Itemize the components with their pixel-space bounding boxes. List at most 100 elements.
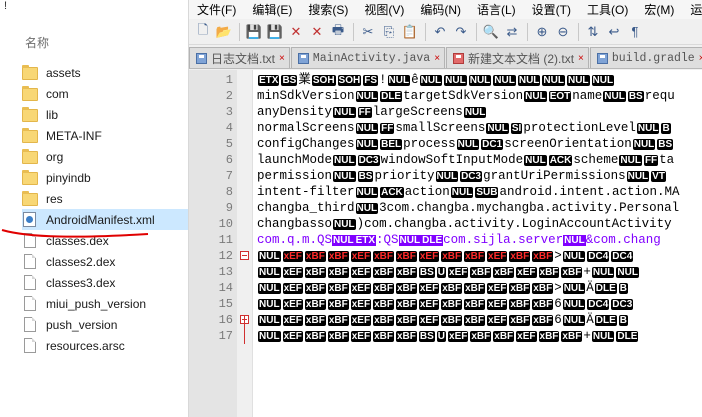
tab-close-icon[interactable]: ×: [434, 53, 440, 64]
editor-tab[interactable]: 日志文档.txt ×: [189, 47, 290, 68]
menu-item[interactable]: 运行(R): [682, 1, 702, 18]
file-name: META-INF: [46, 128, 102, 143]
file-item[interactable]: lib: [22, 104, 188, 125]
control-char-badge: xBF: [509, 251, 531, 262]
file-item[interactable]: org: [22, 146, 188, 167]
folder-icon: [22, 106, 38, 122]
control-char-badge: xBF: [395, 331, 417, 342]
control-char-badge: NUL: [419, 75, 443, 86]
control-char-badge: NUL: [563, 235, 586, 246]
menu-item[interactable]: 文件(F): [189, 1, 244, 18]
menu-item[interactable]: 设置(T): [524, 1, 579, 18]
code-line: minSdkVersion NUL DLE targetSdkVersion NUL EO…: [257, 88, 675, 104]
editor-tab[interactable]: 新建文本文档 (2).txt ×: [446, 47, 589, 68]
close-all-icon[interactable]: ✕: [307, 22, 327, 42]
file-icon: [24, 233, 36, 248]
file-icon: [24, 254, 36, 269]
file-item[interactable]: resources.arsc: [22, 335, 188, 356]
fold-margin[interactable]: [237, 70, 253, 417]
menu-item[interactable]: 工具(O): [579, 1, 636, 18]
zoom-out-icon[interactable]: ⊖: [553, 22, 573, 42]
control-char-badge: xEF: [282, 251, 303, 262]
tab-close-icon[interactable]: ×: [279, 53, 285, 64]
control-char-badge: xBF: [509, 299, 531, 310]
line-number: 10: [218, 217, 233, 231]
control-char-badge: xEF: [448, 267, 469, 278]
fold-toggle-icon[interactable]: [240, 251, 249, 260]
menu-item[interactable]: 编辑(E): [244, 1, 300, 18]
folder-icon: [22, 85, 38, 101]
file-item[interactable]: push_version: [22, 314, 188, 335]
control-char-badge: NUL: [517, 75, 541, 86]
menu-item[interactable]: 搜索(S): [300, 1, 356, 18]
find-icon[interactable]: 🔍: [481, 22, 501, 42]
column-header-name[interactable]: 名称: [25, 34, 49, 51]
show-all-icon[interactable]: ¶: [625, 22, 645, 42]
open-icon[interactable]: 📂: [214, 22, 234, 42]
toolbar-separator: [527, 22, 528, 41]
code-text: !: [379, 73, 387, 87]
control-char-badge: BS: [418, 267, 435, 278]
print-icon[interactable]: 🖶: [328, 22, 348, 42]
control-char-badge: NUL: [456, 139, 480, 150]
code-text: requ: [644, 89, 675, 103]
menu-bar: 文件(F) 编辑(E) 搜索(S) 视图(V) 编码(N) 语言(L) 设置(T) 工具(O)…: [189, 0, 702, 19]
control-char-badge: DC4: [587, 251, 610, 262]
save-all-icon[interactable]: 💾: [265, 22, 285, 42]
code-content[interactable]: ETX BS 業 SOH SOH FS! NUL ê NUL NUL NUL NUL NUL NUL NUL…: [253, 70, 702, 417]
replace-icon[interactable]: ⇄: [502, 22, 522, 42]
code-text: com.q.m.QS: [257, 233, 333, 247]
code-text: ta: [659, 153, 675, 167]
code-line: com.q.m.QSNUL ETX:QSNUL DLEcom.sijla.serve…: [257, 232, 661, 248]
code-text: +: [583, 329, 591, 343]
code-line: NUL xEF xBF xBF xEF xBF xBF BS UxEF xBF xBF xEF xBF x…: [257, 264, 640, 280]
file-item[interactable]: miui_push_version: [22, 293, 188, 314]
close-icon[interactable]: ✕: [286, 22, 306, 42]
control-char-badge: NUL: [444, 75, 467, 86]
editor-tab[interactable]: MainActivity.java ×: [290, 47, 446, 68]
control-char-badge: DLE: [421, 235, 444, 246]
sync-icon[interactable]: ⇅: [583, 22, 603, 42]
zoom-in-icon[interactable]: ⊕: [532, 22, 552, 42]
file-item[interactable]: com: [22, 83, 188, 104]
control-char-badge: NUL: [355, 123, 379, 134]
file-item[interactable]: AndroidManifest.xml: [22, 209, 188, 230]
code-text: changbasso: [257, 217, 333, 231]
editor-tab[interactable]: build.gradle ×: [589, 47, 702, 68]
file-item[interactable]: classes.dex: [22, 230, 188, 251]
new-file-icon[interactable]: 🗋: [193, 22, 213, 42]
menu-item[interactable]: 编码(N): [412, 1, 469, 18]
code-text: minSdkVersion: [257, 89, 355, 103]
redo-icon[interactable]: ↷: [451, 22, 471, 42]
file-item[interactable]: pinyindb: [22, 167, 188, 188]
file-item[interactable]: assets: [22, 62, 188, 83]
copy-icon[interactable]: ⎘: [379, 22, 399, 42]
wrap-icon[interactable]: ↩: [604, 22, 624, 42]
cut-icon[interactable]: ✂: [358, 22, 378, 42]
code-text: screenOrientation: [504, 137, 632, 151]
paste-icon[interactable]: 📋: [400, 22, 420, 42]
file-item[interactable]: classes3.dex: [22, 272, 188, 293]
code-text: &com.chang: [585, 233, 661, 247]
file-item[interactable]: res: [22, 188, 188, 209]
code-text: 6: [554, 297, 562, 311]
control-char-badge: xBF: [395, 315, 417, 326]
code-line: ETX BS 業 SOH SOH FS! NUL ê NUL NUL NUL NUL NUL NUL NUL…: [257, 72, 615, 88]
line-number: 3: [225, 105, 233, 119]
control-char-badge: DC3: [611, 299, 634, 310]
control-char-badge: xBF: [395, 299, 417, 310]
menu-item[interactable]: 语言(L): [469, 1, 524, 18]
file-item[interactable]: classes2.dex: [22, 251, 188, 272]
undo-icon[interactable]: ↶: [430, 22, 450, 42]
menu-item[interactable]: 视图(V): [356, 1, 412, 18]
control-char-badge: xBF: [373, 299, 394, 310]
editor-area[interactable]: 1 2 3 4 5 6 7 8 9 10 11 12 13 14 15 16 17 ETX BS 業 SOH SOH FS…: [189, 70, 702, 417]
tab-close-icon[interactable]: ×: [578, 53, 584, 64]
menu-item[interactable]: 宏(M): [636, 1, 682, 18]
file-item[interactable]: META-INF: [22, 125, 188, 146]
control-char-badge: xEF: [487, 299, 508, 310]
control-char-badge: xBF: [304, 315, 326, 326]
save-icon[interactable]: 💾: [244, 22, 264, 42]
code-text: >: [554, 249, 562, 263]
control-char-badge: xBF: [538, 331, 560, 342]
